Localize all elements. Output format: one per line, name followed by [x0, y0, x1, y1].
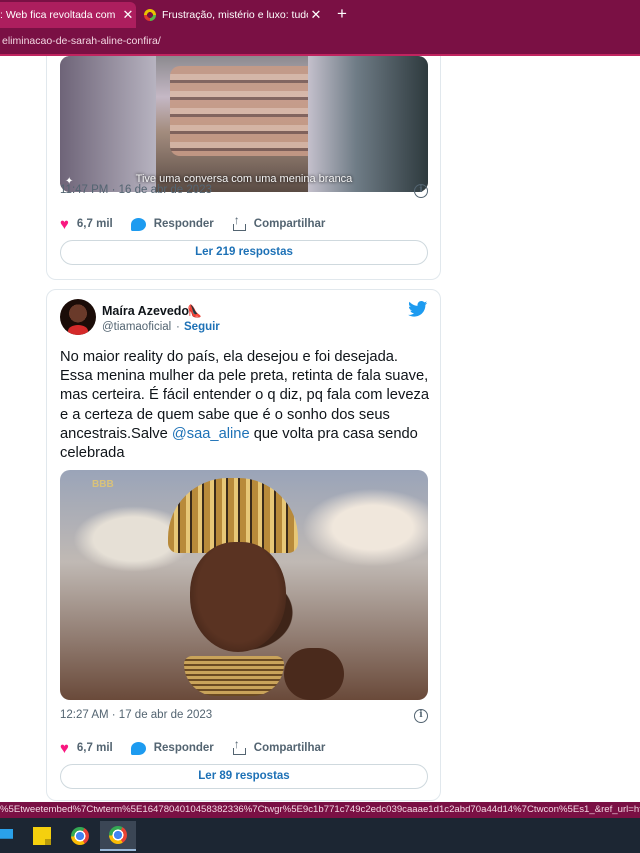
tweet-video[interactable]: ✦ Tive uma conversa com uma menina branc… [60, 56, 428, 192]
taskbar-chrome-active[interactable] [100, 821, 136, 851]
status-url-text: %5Etweetembed%7Ctwterm%5E164780401045838… [0, 804, 640, 815]
author-handle[interactable]: @tiamaoficial [102, 321, 171, 333]
tweet-card: Maíra Azevedo 👠 @tiamaoficial · Seguir N… [46, 289, 441, 801]
chrome-icon [71, 827, 89, 845]
share-button[interactable]: Compartilhar [232, 737, 326, 755]
close-tab-icon[interactable]: ✕ [120, 7, 136, 23]
reply-button[interactable]: Responder [130, 741, 214, 755]
share-icon [232, 213, 246, 231]
info-icon[interactable]: i [414, 184, 428, 198]
like-button[interactable]: ♥ 6,7 mil [60, 217, 113, 232]
taskbar [0, 818, 640, 853]
like-count: 6,7 mil [76, 742, 113, 754]
like-count: 6,7 mil [76, 218, 113, 230]
tab-strip: : Web fica revoltada com ✕ Frustração, m… [0, 0, 640, 28]
mention-link[interactable]: @saa_aline [172, 426, 250, 442]
reply-label: Responder [153, 742, 214, 754]
url-text[interactable]: eliminacao-de-sarah-aline-confira/ [2, 35, 161, 47]
share-label: Compartilhar [253, 742, 326, 754]
speech-bubble-icon [130, 741, 146, 755]
taskbar-sticky-notes[interactable] [24, 821, 60, 851]
reply-button[interactable]: Responder [130, 217, 214, 231]
read-replies-button[interactable]: Ler 219 respostas [60, 240, 428, 265]
like-button[interactable]: ♥ 6,7 mil [60, 741, 113, 756]
author-name[interactable]: Maíra Azevedo [102, 304, 189, 318]
tab-web-fica-revoltada[interactable]: : Web fica revoltada com ✕ [0, 2, 136, 28]
info-icon[interactable]: i [414, 709, 428, 723]
video-frame-right [308, 56, 428, 192]
taskbar-chrome[interactable] [62, 821, 98, 851]
video-frame-shirt [170, 66, 320, 156]
sticky-notes-icon [33, 827, 51, 845]
avatar[interactable] [60, 299, 96, 335]
close-tab-icon[interactable]: ✕ [308, 7, 324, 23]
reply-label: Responder [153, 218, 214, 230]
new-tab-button[interactable]: + [332, 4, 352, 24]
twitter-bird-icon[interactable] [408, 301, 428, 317]
bbb-logo: BBB [92, 479, 114, 490]
windows-icon [0, 829, 13, 839]
site-favicon-icon [144, 9, 156, 21]
speech-bubble-icon [130, 217, 146, 231]
follow-link[interactable]: Seguir [184, 321, 220, 333]
image-hands [284, 648, 344, 700]
tweet-text: No maior reality do país, ela desejou e … [60, 348, 430, 463]
tab-frustracao-misterio[interactable]: Frustração, mistério e luxo: tudo ✕ [138, 2, 324, 28]
read-replies-button[interactable]: Ler 89 respostas [60, 764, 428, 789]
tweet-actions: ♥ 6,7 mil Responder Compartilhar [60, 737, 343, 757]
chrome-icon [109, 826, 127, 844]
status-bar: %5Etweetembed%7Ctwterm%5E164780401045838… [0, 802, 640, 818]
tweet-timestamp[interactable]: 12:27 AM · 17 de abr de 2023 [60, 709, 212, 721]
image-face [190, 542, 286, 652]
tab-title: Frustração, mistério e luxo: tudo [162, 9, 308, 21]
windows-start-button[interactable] [0, 821, 24, 851]
tweet-timestamp[interactable]: 11:47 PM · 16 de abr de 2023 [60, 184, 212, 196]
tweet-image[interactable]: BBB [60, 470, 428, 700]
tweet-actions: ♥ 6,7 mil Responder Compartilhar [60, 213, 343, 233]
tab-title: : Web fica revoltada com [0, 9, 116, 21]
share-icon [232, 737, 246, 755]
share-button[interactable]: Compartilhar [232, 213, 326, 231]
page-content: ✦ Tive uma conversa com uma menina branc… [0, 56, 640, 802]
heart-icon: ♥ [60, 739, 69, 757]
heart-icon: ♥ [60, 215, 69, 233]
tweet-card: ✦ Tive uma conversa com uma menina branc… [46, 56, 441, 280]
address-bar[interactable]: eliminacao-de-sarah-aline-confira/ [0, 28, 640, 56]
high-heel-icon: 👠 [187, 304, 202, 318]
video-frame-left [60, 56, 156, 192]
share-label: Compartilhar [253, 218, 326, 230]
separator-dot: · [176, 321, 180, 333]
image-necklace [184, 656, 284, 696]
